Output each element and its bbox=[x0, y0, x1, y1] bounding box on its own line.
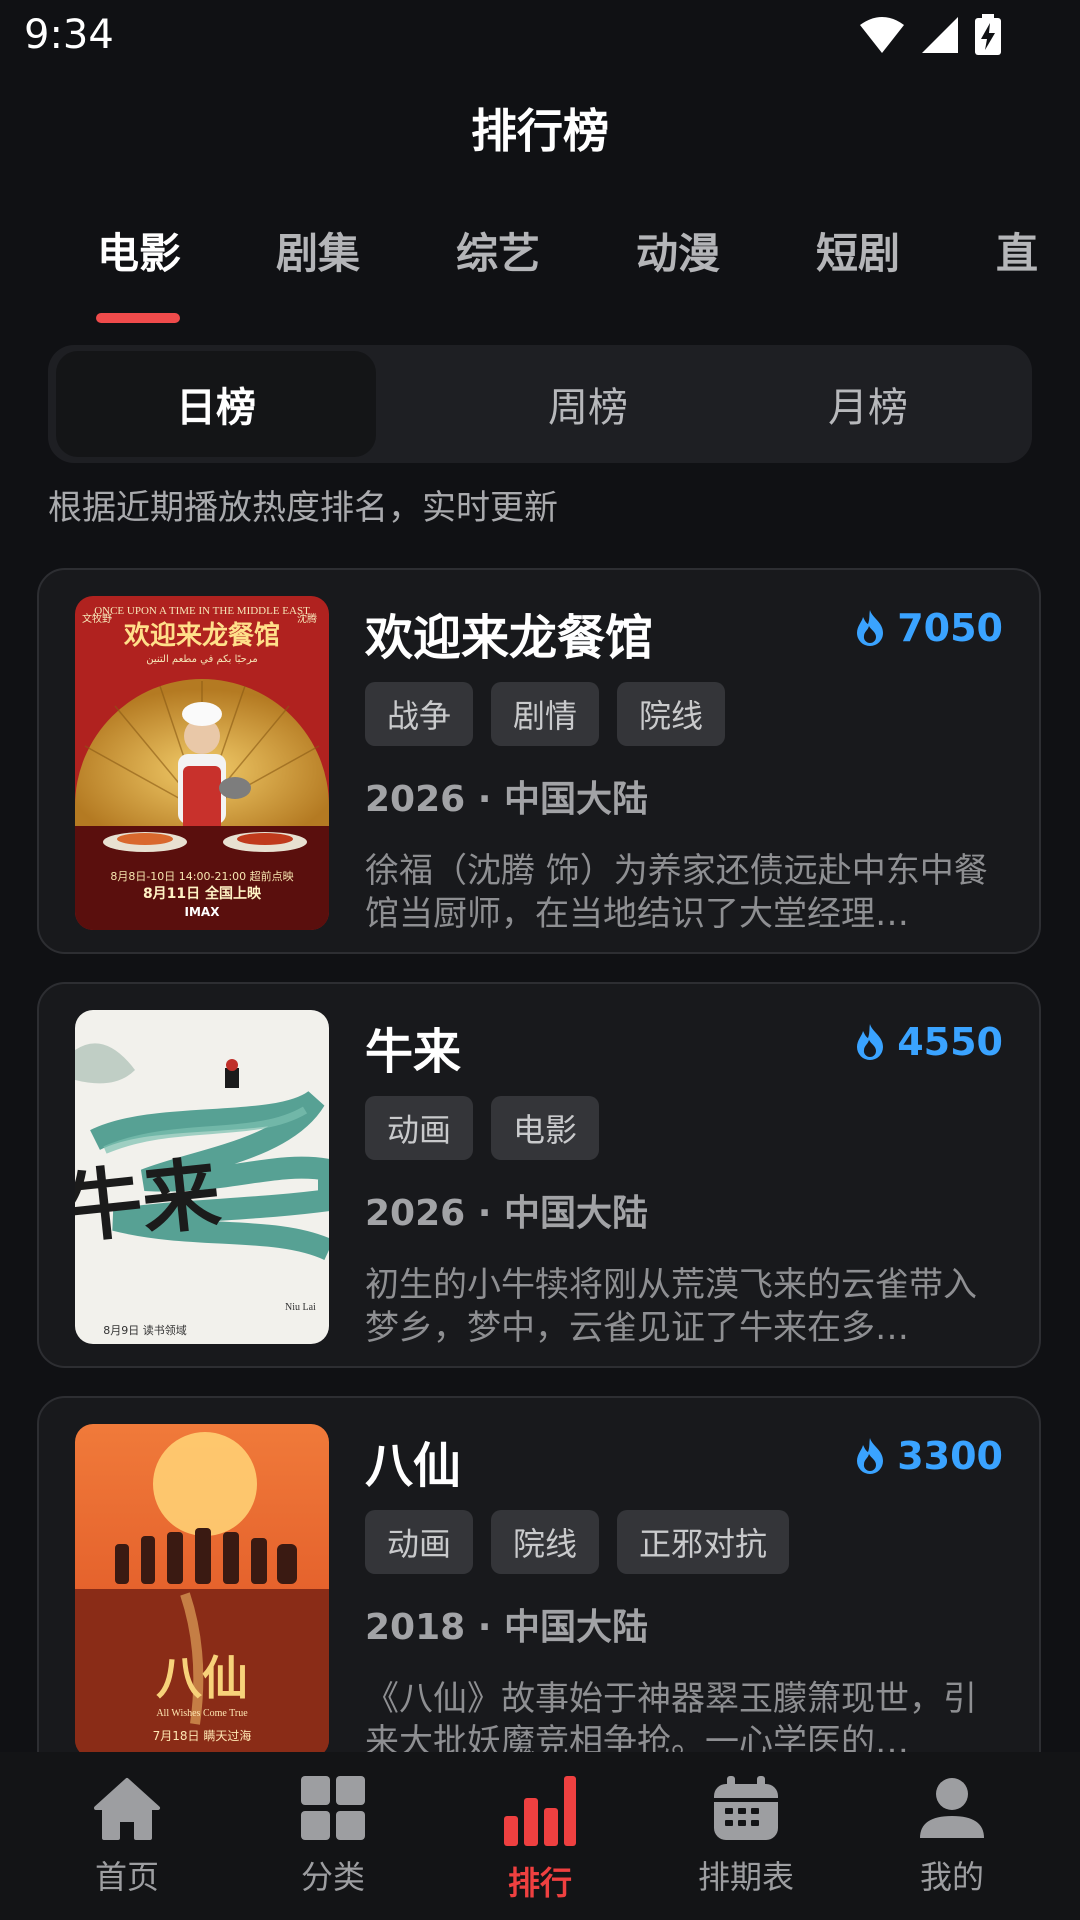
period-segmented-control: 日榜 周榜 月榜 bbox=[48, 345, 1032, 463]
signal-icon bbox=[922, 17, 958, 53]
heat-score: 7050 bbox=[853, 606, 1003, 650]
home-icon bbox=[94, 1778, 160, 1840]
nav-label: 排行 bbox=[507, 1864, 572, 1902]
movie-description: 《八仙》故事始于神器翠玉朦箫现世，引来大批妖魔竞相争抢。一心学医的… bbox=[365, 1679, 977, 1752]
genre-tags: 战争 剧情 院线 bbox=[365, 682, 726, 746]
genre-tags: 动画 院线 正邪对抗 bbox=[365, 1510, 790, 1574]
period-tab-weekly[interactable]: 周榜 bbox=[424, 345, 752, 463]
genre-tags: 动画 电影 bbox=[365, 1096, 600, 1160]
poster-actor-right: 沈腾 bbox=[297, 612, 317, 625]
status-icons bbox=[858, 14, 1002, 56]
tab-live[interactable]: 直 bbox=[996, 220, 1038, 281]
genre-tag: 战争 bbox=[365, 682, 474, 746]
tab-variety[interactable]: 综艺 bbox=[456, 220, 540, 281]
category-tabs: 电影 剧集 综艺 动漫 短剧 直 bbox=[0, 205, 1080, 325]
period-tab-monthly[interactable]: 月榜 bbox=[704, 345, 1032, 463]
calendar-icon bbox=[714, 1776, 778, 1840]
heat-score: 3300 bbox=[853, 1434, 1003, 1478]
ranking-card[interactable]: ONCE UPON A TIME IN THE MIDDLE EAST 欢迎来龙… bbox=[37, 568, 1041, 954]
page-title: 排行榜 bbox=[471, 104, 609, 158]
movie-description: 初生的小牛犊将刚从荒漠飞来的云雀带入梦乡，梦中，云雀见证了牛来在多… bbox=[365, 1265, 977, 1348]
poster-release: 7月18日 瞒天过海 bbox=[153, 1728, 252, 1743]
nav-label: 我的 bbox=[919, 1858, 984, 1896]
flame-icon bbox=[857, 1438, 884, 1474]
flame-icon bbox=[857, 1024, 884, 1060]
heat-value: 4550 bbox=[897, 1020, 1003, 1064]
ranking-card[interactable]: 牛来 Niu Lai 8月9日 读书领域 牛来 4550 动画 电影 2026 … bbox=[37, 982, 1041, 1368]
user-icon bbox=[920, 1778, 984, 1838]
nav-home[interactable]: 首页 bbox=[47, 1776, 207, 1898]
period-tab-daily[interactable]: 日榜 bbox=[56, 351, 376, 457]
poster-image[interactable]: 八仙 All Wishes Come True 7月18日 瞒天过海 bbox=[75, 1424, 329, 1752]
nav-profile[interactable]: 我的 bbox=[872, 1776, 1032, 1898]
genre-tag: 院线 bbox=[491, 1510, 600, 1574]
tab-anime[interactable]: 动漫 bbox=[636, 220, 720, 281]
year-region: 2026 · 中国大陆 bbox=[365, 779, 648, 820]
status-time: 9:34 bbox=[24, 12, 114, 58]
wifi-icon bbox=[860, 17, 904, 53]
genre-tag: 正邪对抗 bbox=[617, 1510, 790, 1574]
poster-arabic-text: مرحبًا بكم في مطعم التنين bbox=[146, 654, 257, 665]
ranking-list: ONCE UPON A TIME IN THE MIDDLE EAST 欢迎来龙… bbox=[0, 568, 1080, 1752]
nav-label: 首页 bbox=[94, 1858, 159, 1896]
poster-tagline: All Wishes Come True bbox=[156, 1708, 248, 1719]
status-bar: 9:34 bbox=[0, 0, 1080, 72]
poster-title-text: 欢迎来龙餐馆 bbox=[123, 620, 280, 651]
bar-chart-icon bbox=[504, 1776, 576, 1846]
grid-icon bbox=[301, 1776, 365, 1840]
genre-tag: 电影 bbox=[491, 1096, 600, 1160]
poster-image[interactable]: 牛来 Niu Lai 8月9日 读书领域 bbox=[75, 1010, 329, 1344]
nav-label: 排期表 bbox=[697, 1858, 794, 1896]
movie-title[interactable]: 八仙 bbox=[365, 1426, 461, 1496]
movie-title[interactable]: 欢迎来龙餐馆 bbox=[365, 598, 653, 668]
heat-score: 4550 bbox=[853, 1020, 1003, 1064]
nav-label: 分类 bbox=[300, 1858, 365, 1896]
nav-ranking[interactable]: 排行 bbox=[460, 1776, 620, 1904]
ranking-hint: 根据近期播放热度排名，实时更新 bbox=[48, 488, 558, 528]
year-region: 2026 · 中国大陆 bbox=[365, 1193, 648, 1234]
poster-format: IMAX bbox=[185, 905, 221, 919]
active-tab-indicator bbox=[96, 313, 180, 323]
heat-value: 7050 bbox=[897, 606, 1003, 650]
genre-tag: 动画 bbox=[365, 1096, 474, 1160]
poster-title-text: 牛来 bbox=[75, 1148, 225, 1255]
poster-actor-left: 文牧野 bbox=[82, 612, 112, 625]
bottom-navigation: 首页 分类 排行 排期表 我的 bbox=[0, 1752, 1080, 1920]
nav-schedule[interactable]: 排期表 bbox=[666, 1776, 826, 1898]
heat-value: 3300 bbox=[897, 1434, 1003, 1478]
nav-category[interactable]: 分类 bbox=[253, 1776, 413, 1898]
movie-title[interactable]: 牛来 bbox=[365, 1012, 461, 1082]
battery-icon bbox=[975, 14, 1001, 55]
genre-tag: 动画 bbox=[365, 1510, 474, 1574]
poster-top-text: ONCE UPON A TIME IN THE MIDDLE EAST bbox=[94, 605, 310, 617]
tab-movie[interactable]: 电影 bbox=[97, 220, 181, 281]
poster-image[interactable]: ONCE UPON A TIME IN THE MIDDLE EAST 欢迎来龙… bbox=[75, 596, 329, 930]
genre-tag: 剧情 bbox=[491, 682, 600, 746]
poster-title-text: 八仙 bbox=[156, 1651, 248, 1705]
flame-icon bbox=[857, 610, 884, 646]
poster-release-line-1: 8月8日-10日 14:00-21:00 超前点映 bbox=[110, 869, 293, 883]
year-region: 2018 · 中国大陆 bbox=[365, 1607, 648, 1648]
ranking-card[interactable]: 八仙 All Wishes Come True 7月18日 瞒天过海 八仙 33… bbox=[37, 1396, 1041, 1752]
poster-subtitle: Niu Lai bbox=[285, 1302, 316, 1313]
tab-short-drama[interactable]: 短剧 bbox=[816, 220, 900, 281]
genre-tag: 院线 bbox=[617, 682, 726, 746]
tab-series[interactable]: 剧集 bbox=[276, 220, 360, 281]
movie-description: 徐福（沈腾 饰）为养家还债远赴中东中餐馆当厨师，在当地结识了大堂经理… bbox=[365, 851, 988, 934]
poster-release-line-2: 8月11日 全国上映 bbox=[143, 885, 262, 902]
poster-release: 8月9日 读书领域 bbox=[103, 1323, 187, 1337]
